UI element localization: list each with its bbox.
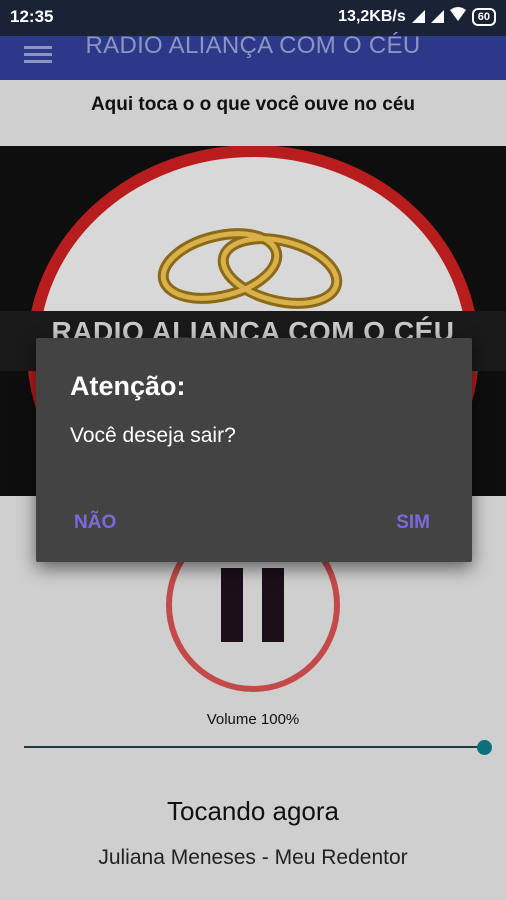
exit-dialog: Atenção: Você deseja sair? NÃO SIM: [36, 338, 472, 562]
dialog-title: Atenção:: [70, 371, 186, 401]
yes-button[interactable]: SIM: [396, 512, 430, 534]
dialog-message: Você deseja sair?: [70, 424, 236, 447]
no-button[interactable]: NÃO: [74, 512, 116, 534]
